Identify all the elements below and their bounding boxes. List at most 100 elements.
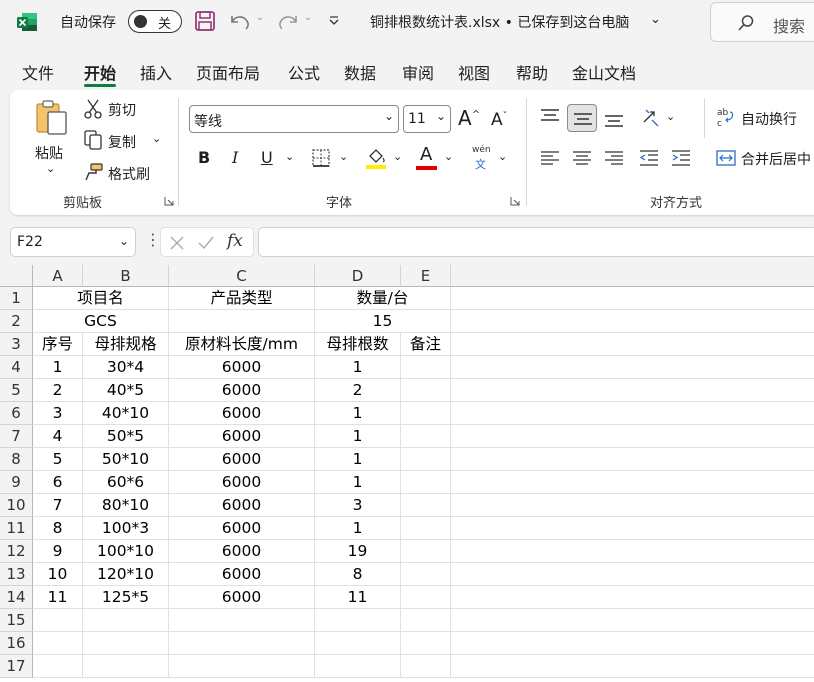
cell-e9[interactable] [401, 471, 451, 494]
row-header[interactable]: 1 [0, 287, 33, 310]
cell-c8[interactable]: 6000 [169, 448, 315, 471]
cell-e5[interactable] [401, 379, 451, 402]
cell-d6[interactable]: 1 [315, 402, 401, 425]
row-header[interactable]: 17 [0, 655, 33, 678]
row-header[interactable]: 6 [0, 402, 33, 425]
wrap-text-button[interactable]: 自动换行 [741, 109, 797, 129]
merged-cell[interactable] [169, 310, 315, 333]
merge-center-button[interactable]: 合并后居中 [741, 149, 811, 169]
cell-d10[interactable]: 3 [315, 494, 401, 517]
undo-icon[interactable] [228, 10, 252, 32]
row-header[interactable]: 16 [0, 632, 33, 655]
cell-a10[interactable]: 7 [33, 494, 83, 517]
row-header[interactable]: 14 [0, 586, 33, 609]
column-header-d[interactable]: D [315, 265, 401, 287]
cell-c9[interactable]: 6000 [169, 471, 315, 494]
align-middle-button[interactable] [567, 104, 597, 132]
row-header[interactable]: 15 [0, 609, 33, 632]
tab-help[interactable]: 帮助 [516, 60, 548, 84]
cell-e3[interactable]: 备注 [401, 333, 451, 356]
cell-a9[interactable]: 6 [33, 471, 83, 494]
cell-e11[interactable] [401, 517, 451, 540]
merged-cell[interactable]: 产品类型 [169, 287, 315, 310]
tab-view[interactable]: 视图 [458, 60, 490, 84]
cell-a5[interactable]: 2 [33, 379, 83, 402]
orientation-dropdown-icon[interactable]: ⌄ [666, 110, 675, 123]
row-header[interactable]: 2 [0, 310, 33, 333]
tab-file[interactable]: 文件 [22, 60, 54, 84]
cell-b6[interactable]: 40*10 [83, 402, 169, 425]
more-options-icon[interactable]: ⋮ [145, 230, 161, 249]
decrease-font-size-icon[interactable]: Aˇ [491, 110, 507, 130]
merged-cell[interactable]: 15 [315, 310, 451, 333]
decrease-indent-icon[interactable] [639, 150, 659, 166]
cancel-icon[interactable] [169, 235, 185, 251]
increase-font-size-icon[interactable]: A^ [458, 106, 480, 130]
cell-e12[interactable] [401, 540, 451, 563]
cell-b16[interactable] [83, 632, 169, 655]
row-header[interactable]: 10 [0, 494, 33, 517]
font-color-dropdown-icon[interactable]: ⌄ [444, 150, 453, 163]
tab-insert[interactable]: 插入 [140, 60, 172, 84]
tab-home[interactable]: 开始 [84, 60, 116, 84]
cut-button[interactable]: 剪切 [108, 100, 136, 120]
tab-page-layout[interactable]: 页面布局 [196, 60, 260, 84]
align-center-icon[interactable] [572, 150, 592, 166]
cell-b13[interactable]: 120*10 [83, 563, 169, 586]
align-left-icon[interactable] [540, 150, 560, 166]
bold-button[interactable]: B [198, 148, 210, 167]
save-icon[interactable] [194, 10, 216, 32]
tab-formulas[interactable]: 公式 [288, 60, 320, 84]
select-all-corner[interactable] [0, 265, 33, 287]
cell-d5[interactable]: 2 [315, 379, 401, 402]
cell-a17[interactable] [33, 655, 83, 678]
tab-kingsoft-docs[interactable]: 金山文档 [572, 60, 636, 84]
paste-button[interactable]: 粘贴 [35, 143, 63, 163]
cell-b15[interactable] [83, 609, 169, 632]
cell-b11[interactable]: 100*3 [83, 517, 169, 540]
cell-d15[interactable] [315, 609, 401, 632]
phonetic-guide-icon[interactable]: 文 [475, 156, 486, 172]
autosave-toggle[interactable]: 关 [128, 10, 182, 33]
redo-icon[interactable] [276, 10, 300, 32]
cell-c5[interactable]: 6000 [169, 379, 315, 402]
cell-a3[interactable]: 序号 [33, 333, 83, 356]
underline-button[interactable]: U [261, 148, 273, 167]
align-right-icon[interactable] [604, 150, 624, 166]
search-box[interactable]: 搜索 [710, 2, 814, 42]
copy-button[interactable]: 复制 [108, 132, 136, 152]
cell-b3[interactable]: 母排规格 [83, 333, 169, 356]
fill-color-icon[interactable] [365, 146, 387, 170]
cell-a7[interactable]: 4 [33, 425, 83, 448]
cell-e13[interactable] [401, 563, 451, 586]
cell-e8[interactable] [401, 448, 451, 471]
file-title[interactable]: 铜排根数统计表.xlsx • 已保存到这台电脑 [370, 12, 629, 32]
row-header[interactable]: 13 [0, 563, 33, 586]
underline-dropdown-icon[interactable]: ⌄ [285, 150, 294, 163]
cell-e16[interactable] [401, 632, 451, 655]
undo-dropdown-icon[interactable]: ⌄ [256, 12, 264, 23]
cell-a4[interactable]: 1 [33, 356, 83, 379]
cell-a6[interactable]: 3 [33, 402, 83, 425]
cell-c13[interactable]: 6000 [169, 563, 315, 586]
cell-b9[interactable]: 60*6 [83, 471, 169, 494]
tab-review[interactable]: 审阅 [402, 60, 434, 84]
name-box[interactable]: F22 ⌄ [10, 227, 136, 257]
cell-c4[interactable]: 6000 [169, 356, 315, 379]
phonetic-dropdown-icon[interactable]: ⌄ [498, 150, 507, 163]
cell-e14[interactable] [401, 586, 451, 609]
cell-c14[interactable]: 6000 [169, 586, 315, 609]
cell-d12[interactable]: 19 [315, 540, 401, 563]
row-header[interactable]: 11 [0, 517, 33, 540]
paste-dropdown-icon[interactable]: ⌄ [46, 162, 55, 175]
italic-button[interactable]: I [232, 148, 238, 167]
increase-indent-icon[interactable] [671, 150, 691, 166]
cell-a13[interactable]: 10 [33, 563, 83, 586]
cell-b10[interactable]: 80*10 [83, 494, 169, 517]
insert-function-icon[interactable]: fx [227, 231, 243, 251]
font-color-icon[interactable]: A [420, 144, 432, 165]
cell-e15[interactable] [401, 609, 451, 632]
cell-e4[interactable] [401, 356, 451, 379]
clipboard-launcher-icon[interactable] [164, 196, 174, 206]
format-painter-button[interactable]: 格式刷 [108, 164, 150, 184]
